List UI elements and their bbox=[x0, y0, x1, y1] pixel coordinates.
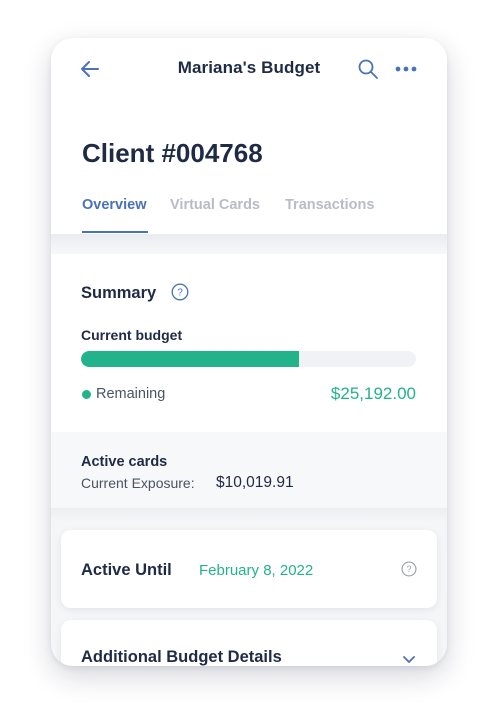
divider bbox=[51, 234, 447, 250]
exposure-value: $10,019.91 bbox=[216, 474, 294, 491]
phone-screen: Mariana's Budget Client #004768 Overview… bbox=[51, 38, 447, 666]
remaining-label: Remaining bbox=[96, 386, 166, 402]
remaining-value: $25,192.00 bbox=[330, 384, 416, 403]
budget-progress-bar bbox=[81, 351, 416, 367]
summary-title: Summary bbox=[81, 284, 157, 302]
more-horizontal-icon[interactable] bbox=[394, 59, 418, 79]
page-title: Mariana's Budget bbox=[177, 58, 321, 77]
remaining-dot-icon bbox=[82, 390, 91, 399]
help-icon[interactable]: ? bbox=[171, 283, 189, 301]
active-until-date: February 8, 2022 bbox=[199, 562, 314, 579]
client-title: Client #004768 bbox=[82, 138, 263, 168]
active-cards-title: Active cards bbox=[81, 454, 168, 470]
summary-card: Summary ? Current budget Remaining $25,1… bbox=[51, 254, 447, 432]
svg-text:?: ? bbox=[407, 564, 412, 574]
additional-details-card[interactable]: Additional Budget Details bbox=[61, 620, 437, 666]
active-until-label: Active Until bbox=[81, 561, 172, 579]
budget-progress-fill bbox=[81, 351, 299, 367]
divider bbox=[51, 508, 447, 522]
search-icon[interactable] bbox=[357, 58, 379, 80]
additional-details-label: Additional Budget Details bbox=[81, 648, 282, 666]
chevron-down-icon[interactable] bbox=[401, 651, 417, 666]
tab-transactions[interactable]: Transactions bbox=[285, 197, 374, 213]
active-tab-indicator bbox=[82, 231, 148, 233]
current-budget-label: Current budget bbox=[81, 327, 183, 343]
header: Mariana's Budget Client #004768 Overview… bbox=[51, 38, 447, 234]
active-cards-section: Active cards Current Exposure: $10,019.9… bbox=[51, 432, 447, 508]
active-until-card: Active Until February 8, 2022 ? bbox=[61, 530, 437, 608]
exposure-label: Current Exposure: bbox=[81, 475, 195, 491]
svg-text:?: ? bbox=[177, 288, 183, 299]
help-icon[interactable]: ? bbox=[401, 561, 417, 577]
tab-overview[interactable]: Overview bbox=[82, 197, 147, 213]
tab-virtual-cards[interactable]: Virtual Cards bbox=[170, 197, 260, 213]
